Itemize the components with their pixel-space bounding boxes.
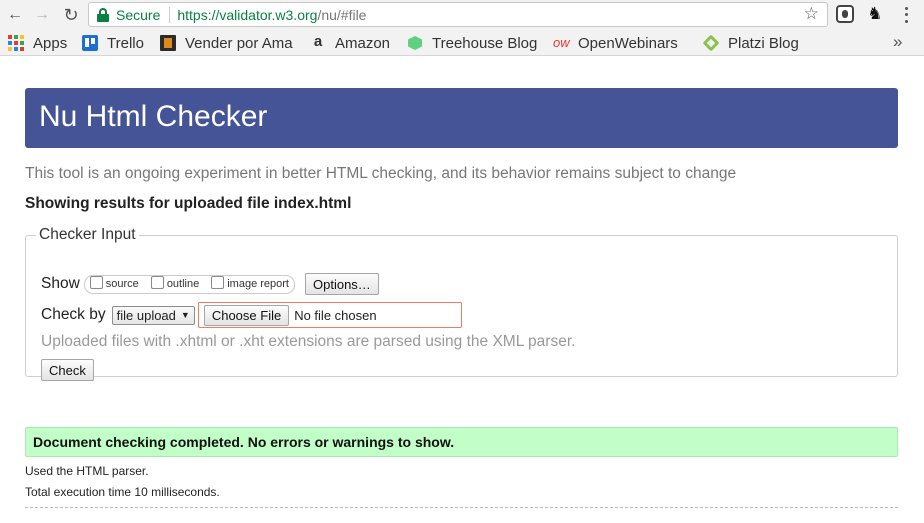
check-by-label: Check by — [41, 306, 106, 323]
bookmark-label: Trello — [107, 34, 144, 52]
openwebinars-icon: ow — [553, 35, 570, 50]
check-button[interactable]: Check — [41, 359, 94, 381]
page-header: Nu Html Checker — [25, 88, 898, 148]
platzi-icon — [703, 34, 720, 52]
show-outline-option[interactable]: outline — [148, 275, 200, 293]
back-button[interactable]: ← — [4, 4, 26, 26]
reload-button[interactable]: ↻ — [60, 4, 82, 26]
bookmark-label: Apps — [33, 34, 68, 52]
check-by-row: Check by file upload ▼ Choose File No fi… — [41, 302, 462, 328]
bookmark-label: OpenWebinars — [578, 34, 678, 52]
image-report-label: image report — [227, 278, 289, 290]
bookmark-apps[interactable]: Apps — [8, 33, 67, 53]
intro-text: This tool is an ongoing experiment in be… — [25, 165, 737, 182]
bookmark-label: Treehouse Blog — [432, 34, 538, 52]
vender-icon — [160, 35, 176, 51]
outline-label: outline — [166, 278, 200, 290]
bookmarks-bar: Apps Trello Vender por Ama a Amazon Tree… — [0, 30, 924, 56]
execution-time-info: Total execution time 10 milliseconds. — [25, 485, 220, 499]
treehouse-icon — [407, 35, 423, 51]
parser-info: Used the HTML parser. — [25, 464, 149, 478]
image-report-checkbox[interactable] — [211, 275, 225, 289]
check-by-value: file upload — [116, 307, 176, 323]
source-label: source — [105, 278, 139, 290]
bookmark-label: Amazon — [335, 34, 391, 52]
browser-toolbar: ← → ↻ Secure https://validator.w3.org/nu… — [0, 0, 924, 30]
amazon-icon: a — [313, 33, 323, 50]
omnibox-divider — [169, 6, 171, 23]
bookmark-amazon[interactable]: a Amazon — [310, 33, 390, 53]
outline-checkbox[interactable] — [150, 275, 164, 289]
trello-icon — [82, 35, 98, 51]
page-title: Nu Html Checker — [39, 100, 268, 133]
bookmark-label: Platzi Blog — [728, 34, 799, 52]
bookmarks-overflow-icon[interactable]: » — [893, 32, 902, 52]
forward-arrow-icon: → — [34, 6, 50, 23]
check-by-select[interactable]: file upload ▼ — [111, 305, 195, 325]
choose-file-button[interactable]: Choose File — [203, 304, 290, 326]
xml-parser-hint: Uploaded files with .xhtml or .xht exten… — [41, 333, 576, 350]
reload-icon: ↻ — [63, 4, 79, 25]
bookmark-trello[interactable]: Trello — [82, 33, 144, 53]
lock-icon — [97, 7, 109, 22]
file-input[interactable]: Choose File No file chosen — [197, 302, 462, 328]
show-row: Show source outline image report Options… — [41, 273, 379, 295]
source-checkbox[interactable] — [89, 275, 103, 289]
gnome-extension-icon[interactable]: ♞ — [866, 5, 884, 23]
show-image-report-option[interactable]: image report — [208, 275, 289, 293]
checker-input-legend: Checker Input — [39, 226, 136, 243]
dropdown-arrow-icon: ▼ — [180, 310, 190, 320]
no-file-text: No file chosen — [294, 307, 377, 323]
extension-icon[interactable] — [836, 5, 854, 23]
show-source-option[interactable]: source — [87, 275, 139, 293]
bookmark-vender[interactable]: Vender por Ama — [160, 33, 300, 53]
url-path: /nu/#file — [317, 6, 367, 23]
address-bar[interactable]: Secure https://validator.w3.org/nu/#file… — [88, 2, 828, 27]
bookmark-label: Vender por Ama — [185, 34, 293, 52]
bookmark-platzi[interactable]: Platzi Blog — [703, 33, 799, 53]
options-button[interactable]: Options… — [305, 273, 379, 295]
checker-input-fieldset: Checker Input Show source outline image … — [25, 226, 898, 381]
bottom-divider — [25, 507, 898, 508]
browser-menu-icon[interactable] — [897, 5, 915, 25]
bookmark-treehouse[interactable]: Treehouse Blog — [407, 33, 537, 53]
bookmark-openwebinars[interactable]: ow OpenWebinars — [553, 33, 688, 53]
apps-grid-icon — [8, 35, 24, 51]
show-options-group: source outline image report — [83, 274, 295, 294]
results-heading: Showing results for uploaded file index.… — [25, 195, 352, 212]
url-host: https://validator.w3.org — [177, 6, 318, 23]
bookmark-star-icon[interactable]: ☆ — [804, 4, 819, 24]
forward-button[interactable]: → — [31, 4, 53, 26]
success-message: Document checking completed. No errors o… — [25, 427, 898, 457]
show-label: Show — [41, 275, 80, 292]
secure-label: Secure — [116, 6, 161, 23]
back-arrow-icon: ← — [7, 6, 23, 23]
